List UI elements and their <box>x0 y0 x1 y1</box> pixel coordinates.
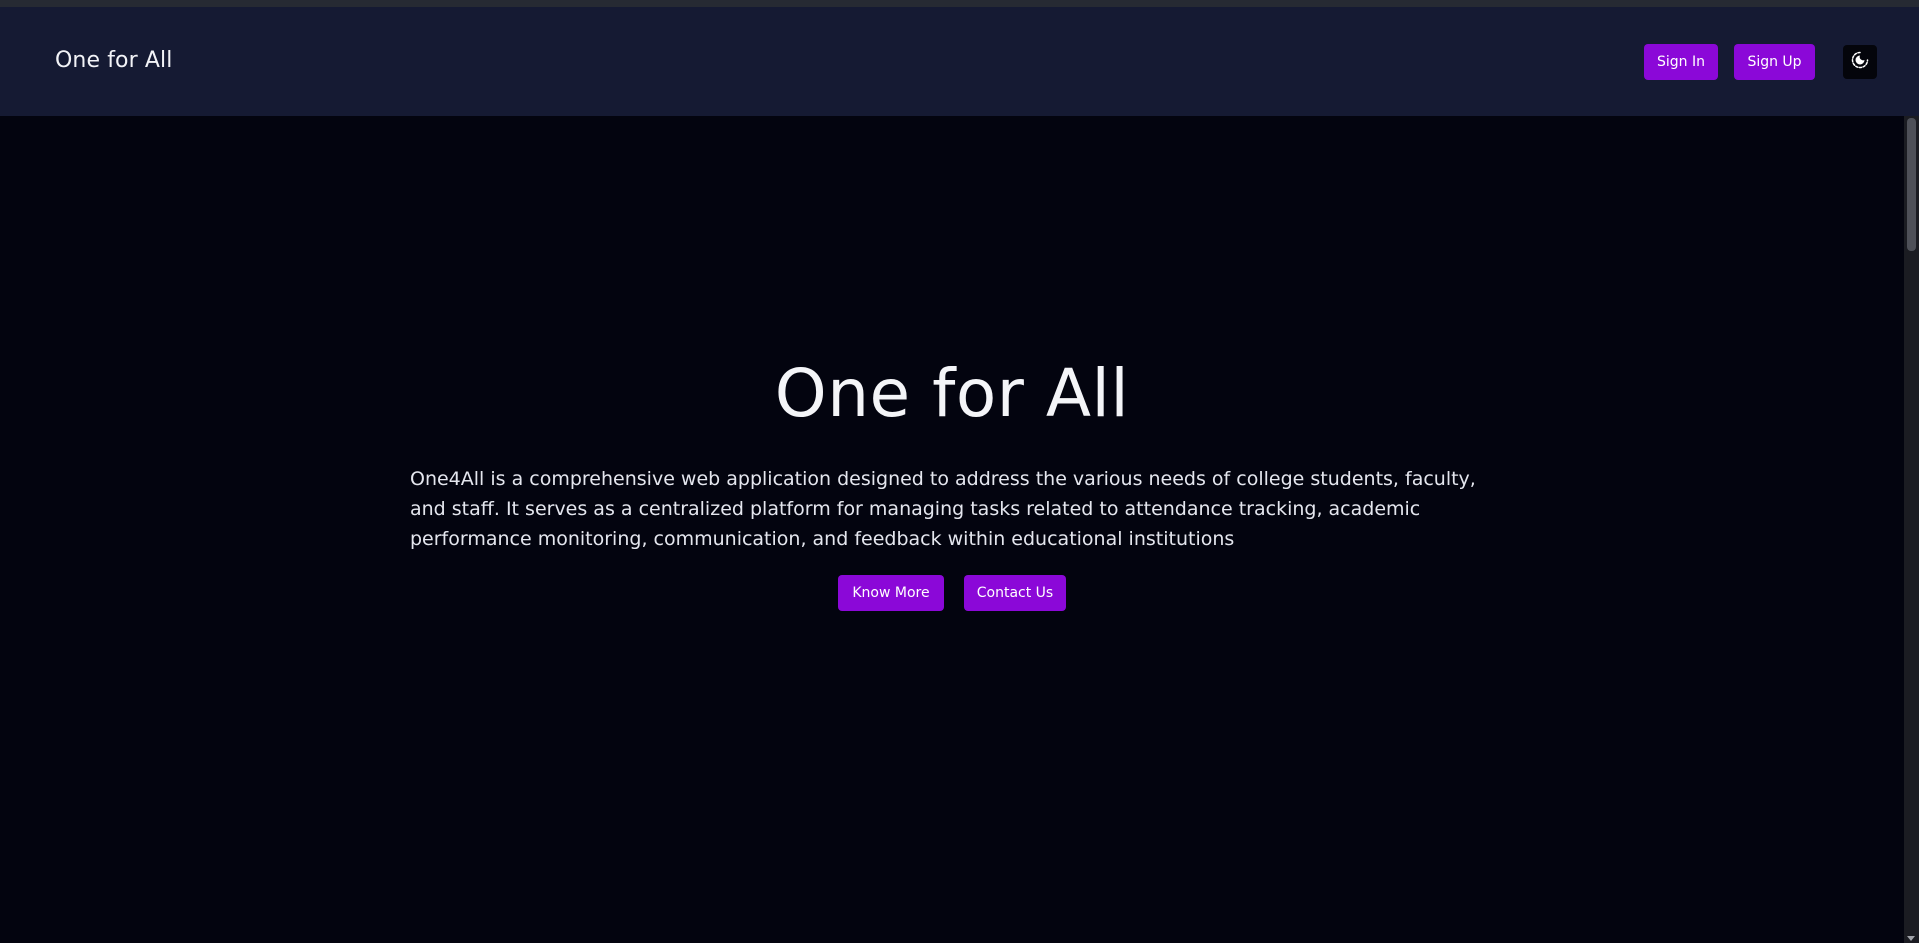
vertical-scrollbar[interactable] <box>1904 116 1919 943</box>
moon-sun-toggle-icon <box>1850 50 1870 74</box>
scroll-down-arrow-icon[interactable] <box>1907 936 1915 941</box>
navbar: One for All Sign In Sign Up <box>0 7 1919 116</box>
browser-top-strip <box>0 0 1919 7</box>
contact-us-button[interactable]: Contact Us <box>964 575 1066 611</box>
hero-title: One for All <box>774 355 1130 432</box>
brand-logo-text[interactable]: One for All <box>55 47 172 75</box>
sign-up-button[interactable]: Sign Up <box>1734 44 1815 80</box>
hero-actions: Know More Contact Us <box>0 575 1904 611</box>
sign-in-button[interactable]: Sign In <box>1644 44 1718 80</box>
theme-toggle-button[interactable] <box>1843 45 1877 79</box>
scrollbar-thumb[interactable] <box>1907 118 1916 251</box>
know-more-button[interactable]: Know More <box>838 575 944 611</box>
hero-section: One for All One4All is a comprehensive w… <box>0 116 1904 943</box>
hero-description: One4All is a comprehensive web applicati… <box>410 468 1476 550</box>
